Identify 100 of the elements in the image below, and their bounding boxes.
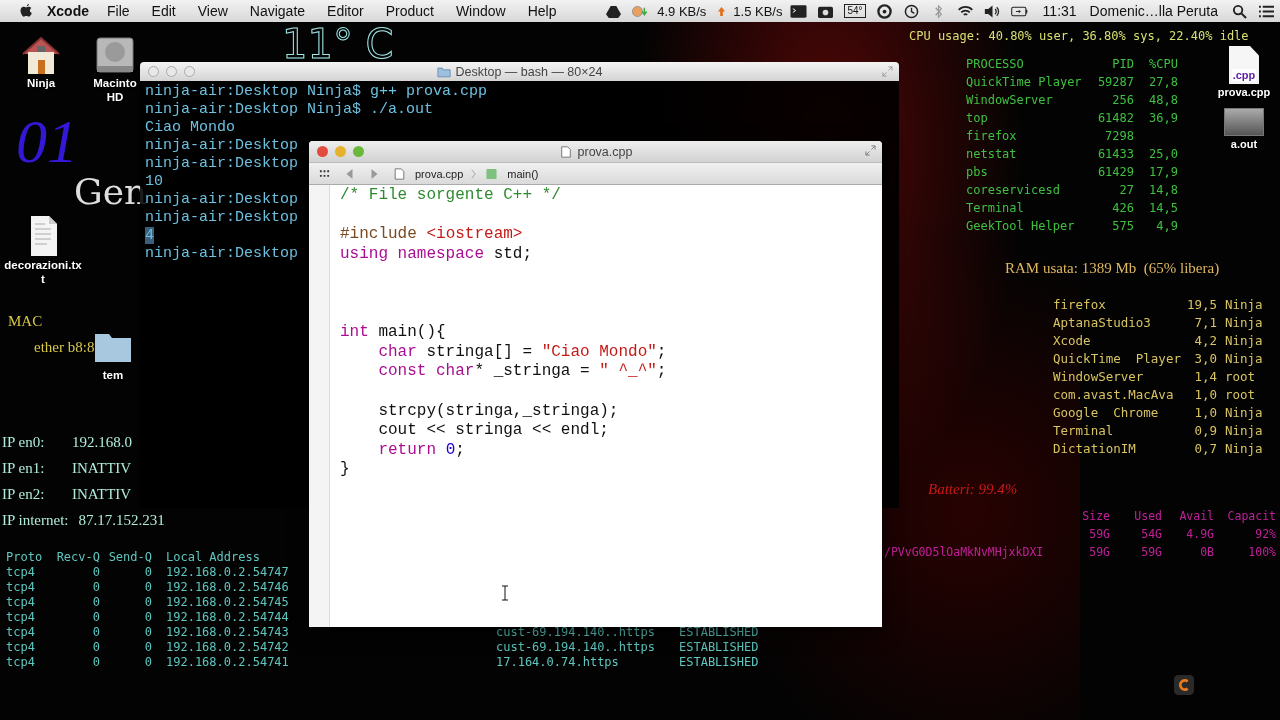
table-cell-text: firefox: [966, 129, 1018, 145]
table-cell-text: 0: [91, 580, 100, 595]
upload-speed: 1.5 KB/s: [733, 3, 783, 19]
close-button[interactable]: [317, 146, 328, 157]
table-cell-text: Ninja: [1224, 333, 1263, 350]
menu-item[interactable]: Help: [527, 3, 557, 19]
table-cell-text: 36,9: [1148, 111, 1178, 127]
table-cell-text: 27,8: [1148, 75, 1178, 91]
icon-label[interactable]: Ninja: [26, 76, 56, 90]
table-cell-text: top: [966, 111, 989, 127]
app-menu[interactable]: Xcode: [47, 3, 89, 19]
table-cell-text: 59287: [1096, 75, 1134, 91]
table-cell-text: 27: [1118, 183, 1134, 199]
table-cell-text: 256: [1111, 93, 1134, 109]
table-cell-text: /PVvG0D5lOaMkNvMHjxkDXI: [884, 545, 1045, 561]
table-cell-text: 14,8: [1148, 183, 1178, 199]
source-file-icon: [558, 145, 573, 158]
table-cell-text: 7,1: [1193, 315, 1217, 332]
table-cell-text: QuickTime Player: [966, 75, 1083, 91]
table-cell-text: 192.168.0.2.54741: [166, 655, 290, 670]
table-cell-text: Ninja: [1224, 315, 1263, 332]
list-icon[interactable]: [1258, 3, 1275, 19]
network-meter-icon[interactable]: [632, 3, 650, 19]
table-cell-text: 0: [91, 610, 100, 625]
column-header: Capacit: [1226, 509, 1276, 525]
column-header: Size: [1081, 509, 1110, 525]
cpu-usage-text: CPU usage: 40.80% user, 36.80% sys, 22.40% idle: [909, 29, 1249, 43]
table-cell-text: pbs: [966, 165, 989, 181]
table-cell-text: 192.168.0.2.54747: [166, 565, 290, 580]
breadcrumb-item[interactable]: main(): [507, 167, 539, 180]
code-line: }: [340, 460, 351, 480]
terminal-icon[interactable]: [790, 3, 808, 19]
table-cell-text: 61482: [1096, 111, 1134, 127]
table-cell-text: 192.168.0.2.54742: [166, 640, 290, 655]
table-cell-text: com.avast.MacAva: [1053, 387, 1175, 404]
column-header: PROCESSO: [966, 57, 1025, 73]
code-line: return 0;: [377, 440, 466, 461]
icon-label[interactable]: tem: [102, 368, 124, 382]
table-cell-text: 0: [91, 565, 100, 580]
table-cell-text: 4,9: [1155, 219, 1178, 235]
table-cell-text: 19,5: [1185, 297, 1217, 314]
code-line: #include <iostream>: [340, 225, 524, 245]
table-cell-text: tcp4: [6, 595, 36, 610]
menu-item[interactable]: Edit: [151, 3, 176, 19]
table-cell-text: tcp4: [6, 580, 36, 595]
table-cell-text: 0B: [1199, 545, 1214, 561]
volume-icon[interactable]: [983, 3, 1001, 19]
menu-item[interactable]: Product: [385, 3, 434, 19]
table-cell-text: WindowServer: [966, 93, 1054, 109]
table-cell-text: 0: [143, 595, 152, 610]
menu-item[interactable]: Window: [455, 3, 506, 19]
table-cell-text: 192.168.0.2.54746: [166, 580, 290, 595]
column-header: Send-Q: [107, 550, 152, 565]
app-icon[interactable]: [1173, 674, 1195, 696]
icon-label[interactable]: prova.cpp: [1217, 86, 1271, 98]
source-file-icon: [394, 167, 405, 180]
table-cell-text: coreservicesd: [966, 183, 1061, 199]
table-cell-text: 48,8: [1148, 93, 1178, 109]
icon-label[interactable]: decorazioni.txt: [3, 258, 83, 286]
table-cell-text: 1,0: [1193, 405, 1217, 422]
window-thumbnail-icon[interactable]: [1224, 108, 1264, 136]
table-cell-text: tcp4: [6, 610, 36, 625]
table-cell-text: 17,9: [1148, 165, 1178, 181]
icon-label[interactable]: a.out: [1230, 138, 1258, 150]
circle-icon[interactable]: [875, 3, 893, 19]
table-cell-text: Xcode: [1053, 333, 1092, 350]
code-line: char stringa[] = "Ciao Mondo";: [377, 342, 667, 363]
menu-clock[interactable]: 11:31: [1042, 3, 1077, 19]
table-cell-text: 59G: [1088, 527, 1110, 543]
ip-value: 192.168.0: [72, 434, 132, 452]
table-cell-text: Ninja: [1224, 351, 1263, 368]
terminal-line: ninja-air:Desktop: [145, 155, 299, 172]
table-cell-text: 426: [1111, 201, 1134, 217]
drive-icon[interactable]: [605, 3, 623, 19]
table-cell-text: Terminal: [966, 201, 1025, 217]
table-cell-text: Terminal: [1053, 423, 1115, 440]
menu-item[interactable]: Navigate: [249, 3, 306, 19]
source-file-icon[interactable]: .cpp: [1229, 46, 1259, 84]
column-header: Recv-Q: [55, 550, 100, 565]
menu-item[interactable]: File: [107, 3, 130, 19]
user-menu[interactable]: Domenic…lla Peruta: [1089, 3, 1218, 19]
mac-title: MAC: [8, 313, 43, 330]
apple-logo-icon[interactable]: [19, 3, 33, 19]
terminal-line: ninja-air:Desktop Ninja$ g++ prova.cpp: [145, 83, 488, 100]
terminal-line: 10: [145, 173, 163, 190]
search-icon[interactable]: [1231, 3, 1248, 19]
menu-item[interactable]: View: [197, 3, 228, 19]
table-cell-text: 59G: [1088, 545, 1110, 561]
table-cell-text: tcp4: [6, 565, 36, 580]
table-cell-text: WindowServer: [1053, 369, 1145, 386]
breadcrumb-item[interactable]: prova.cpp: [415, 167, 464, 180]
fullscreen-icon[interactable]: [865, 145, 876, 156]
clock-icon[interactable]: [902, 3, 920, 19]
grid-icon[interactable]: [319, 167, 330, 180]
temperature-reading[interactable]: 54°: [844, 4, 866, 18]
icon-label[interactable]: Macinto HD: [92, 76, 138, 104]
table-cell-text: 54G: [1140, 527, 1162, 543]
menu-item[interactable]: Editor: [327, 3, 364, 19]
table-cell-text: QuickTime Player: [1053, 351, 1181, 368]
table-cell-text: 100%: [1247, 545, 1276, 561]
